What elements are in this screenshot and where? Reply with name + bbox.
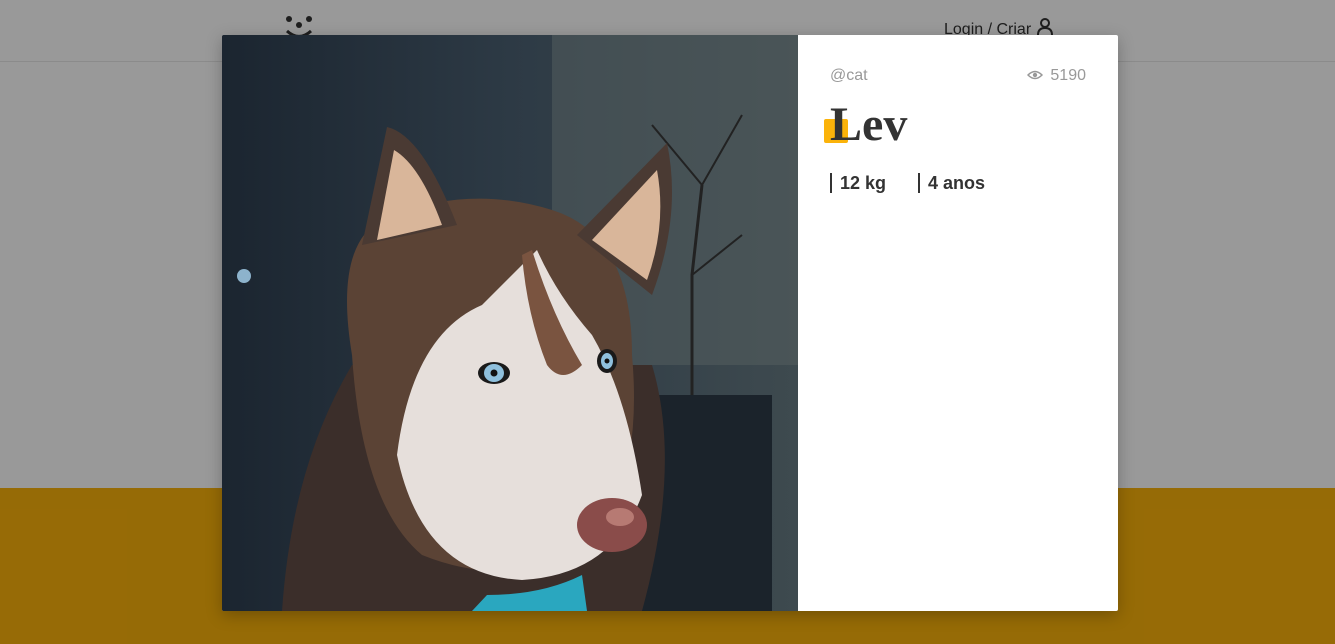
views-count: 5190 <box>1050 67 1086 84</box>
page-title[interactable]: Lev <box>830 99 1086 151</box>
attributes-list: 12 kg 4 anos <box>830 173 1086 194</box>
dog-photo <box>222 35 798 611</box>
eye-icon <box>1027 67 1044 85</box>
weight-attr: 12 kg <box>830 173 886 194</box>
photo-details: @cat 5190 Lev 12 kg 4 anos <box>798 35 1118 611</box>
age-attr: 4 anos <box>918 173 985 194</box>
title-wrap: Lev <box>824 99 1086 151</box>
meta-row: @cat 5190 <box>830 67 1086 85</box>
views-counter: 5190 <box>1027 67 1086 85</box>
author-link[interactable]: @cat <box>830 67 868 85</box>
photo-modal: @cat 5190 Lev 12 kg 4 anos <box>222 35 1118 611</box>
